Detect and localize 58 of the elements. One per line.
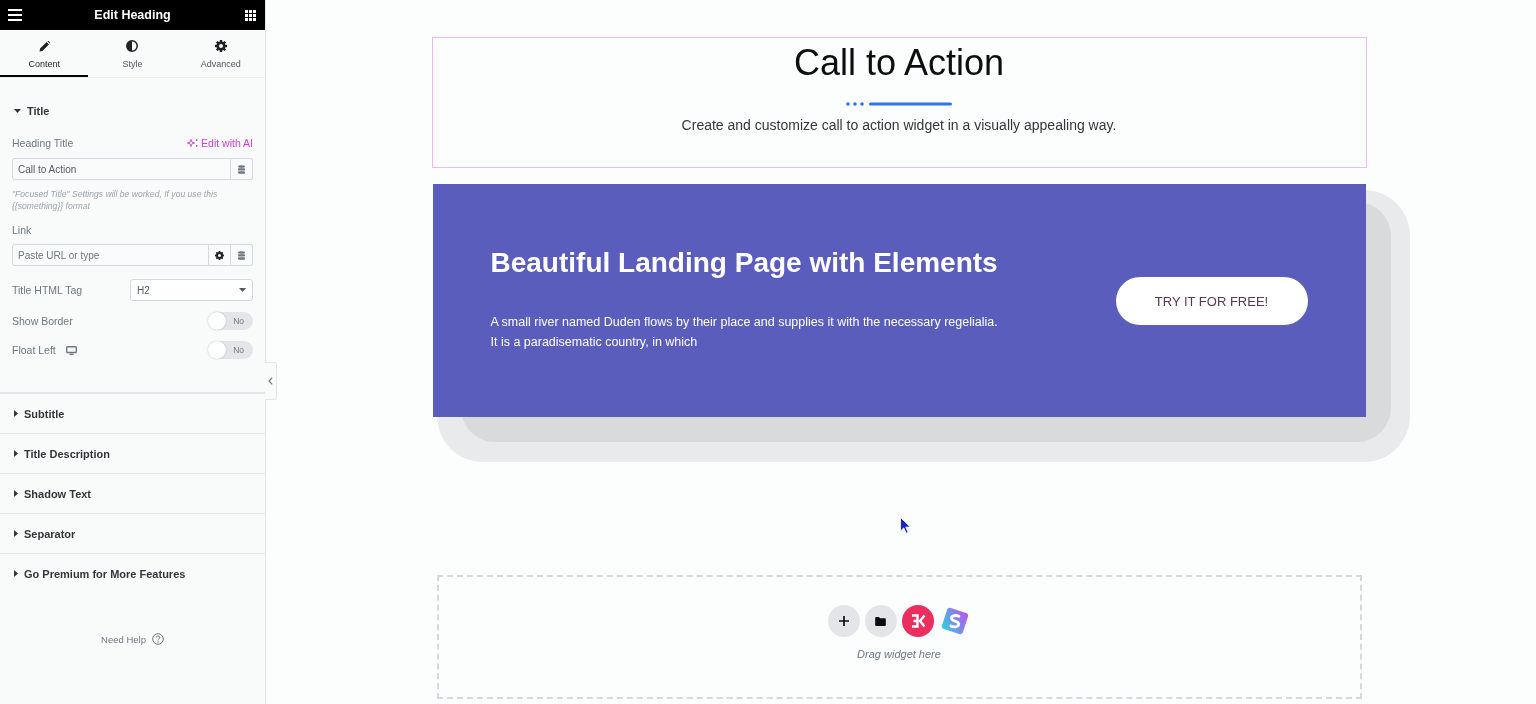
mouse-pointer-icon	[900, 517, 911, 534]
caret-right-icon	[14, 450, 18, 457]
panel-tab[interactable]: Advanced	[176, 30, 265, 77]
banner-text: A small river named Duden flows by their place and supplies it with the necessary regelialia. It is a paradisematic country, in which	[490, 314, 999, 351]
caret-down-icon	[14, 108, 21, 113]
field-note: "Focused Title" Settings will be worked, If you use this {{something}} format	[12, 188, 219, 212]
caret-right-icon	[14, 490, 18, 497]
chevron-left-icon	[268, 377, 273, 385]
sparkle-icon	[187, 138, 199, 148]
caret-right-icon	[14, 530, 18, 537]
toggle-switch[interactable]: No	[208, 312, 253, 330]
panel-title: Edit Heading	[94, 8, 171, 22]
dynamic-tags-button[interactable]	[231, 158, 253, 180]
section-header[interactable]: Subtitle	[0, 394, 265, 433]
field-label: Float Left	[12, 344, 56, 356]
gear-icon	[215, 250, 224, 260]
field-label: Heading Title	[12, 137, 74, 149]
drop-hint: Drag widget here	[857, 648, 941, 660]
toggle-switch[interactable]: No	[208, 341, 253, 359]
panel-tab[interactable]: Content	[0, 30, 89, 77]
cta-button[interactable]: TRY IT FOR FREE!	[1115, 277, 1308, 325]
template-library-button[interactable]	[864, 605, 897, 637]
section-header[interactable]: Go Premium for More Features	[0, 554, 265, 593]
field-label: Link	[12, 224, 32, 236]
need-help-link[interactable]: Need Help	[101, 633, 164, 645]
field-label: Title HTML Tag	[12, 284, 83, 296]
section-header[interactable]: Separator	[0, 514, 265, 553]
edit-with-ai-link[interactable]: Edit with AI	[187, 137, 253, 149]
dynamic-tags-button[interactable]	[231, 244, 253, 266]
field-label: Show Border	[12, 315, 73, 327]
plus-icon	[838, 616, 849, 626]
add-section-button[interactable]	[827, 605, 860, 637]
pencil-icon	[38, 40, 50, 52]
select-field[interactable]: H2	[130, 279, 253, 301]
caret-right-icon	[14, 570, 18, 577]
widget-title: Call to Action	[793, 41, 1005, 85]
url-input[interactable]: Paste URL or type	[12, 244, 209, 266]
apps-grid-icon[interactable]	[244, 9, 256, 21]
caret-down-icon	[239, 288, 246, 292]
database-icon	[238, 250, 245, 260]
section-header[interactable]: Title Description	[0, 434, 265, 473]
widget-subtitle: Create and customize call to action widget in a visually appealing way.	[681, 116, 1117, 135]
logo-icon[interactable]	[901, 605, 934, 637]
database-icon	[238, 164, 245, 174]
section-header[interactable]: Shadow Text	[0, 474, 265, 513]
link-options-button[interactable]	[209, 244, 231, 266]
section-header[interactable]: Title	[0, 91, 265, 130]
panel-tab[interactable]: Style	[88, 30, 177, 77]
help-icon	[151, 633, 164, 645]
banner-headline: Beautiful Landing Page with Elements	[490, 246, 999, 280]
text-input[interactable]: Call to Action	[12, 158, 231, 180]
heading-widget[interactable]: Call to Action Create and customize call to action widget in a visually appealing way.	[431, 37, 1367, 168]
folder-icon	[875, 616, 886, 626]
contrast-icon	[126, 40, 139, 52]
drop-zone[interactable]: Drag widget here	[436, 575, 1362, 699]
menu-icon[interactable]	[8, 9, 22, 21]
gear-icon	[214, 40, 227, 52]
caret-right-icon	[14, 410, 18, 417]
